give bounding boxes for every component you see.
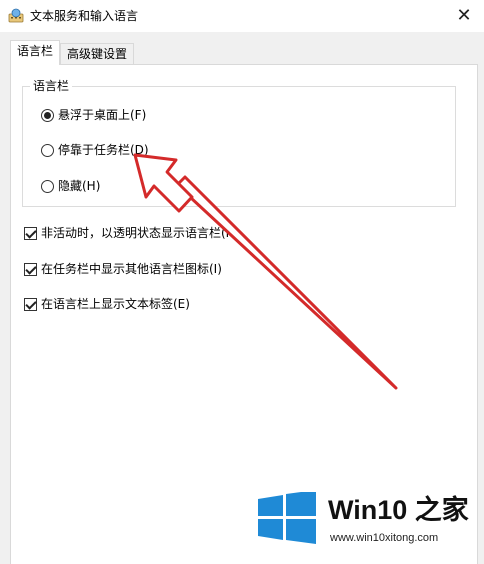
checkbox[interactable] <box>24 262 37 276</box>
radio-label: 停靠于任务栏(D) <box>58 143 149 157</box>
window-title: 文本服务和输入语言 <box>30 9 139 23</box>
keyboard-globe-icon <box>8 8 24 23</box>
checkbox-show-extra-icons[interactable]: 在任务栏中显示其他语言栏图标(I) <box>24 260 222 278</box>
tab-language-bar[interactable]: 语言栏 <box>10 40 61 65</box>
groupbox-title: 语言栏 <box>30 79 73 93</box>
radio-button[interactable] <box>41 143 54 157</box>
watermark-url: www.win10xitong.com <box>330 532 439 544</box>
radio-label: 隐藏(H) <box>58 179 101 193</box>
windows-logo-icon <box>258 492 316 544</box>
watermark: Win10 之家 www.win10xitong.com <box>250 484 484 564</box>
radio-hidden[interactable]: 隐藏(H) <box>41 177 100 195</box>
tab-advanced-key-settings[interactable]: 高级键设置 <box>60 43 135 65</box>
radio-dock-in-taskbar[interactable]: 停靠于任务栏(D) <box>41 141 149 159</box>
radio-float-on-desktop[interactable]: 悬浮于桌面上(F) <box>41 106 146 124</box>
checkbox-transparent-when-inactive[interactable]: 非活动时，以透明状态显示语言栏(N) <box>24 224 239 242</box>
watermark-brand-prefix: Win10 <box>328 495 408 525</box>
radio-button[interactable] <box>41 108 54 122</box>
checkbox[interactable] <box>24 297 37 311</box>
checkbox-label: 在任务栏中显示其他语言栏图标(I) <box>41 262 222 276</box>
watermark-brand-suffix: 之家 <box>414 495 469 525</box>
watermark-brand: Win10 之家 <box>328 494 469 526</box>
radio-button[interactable] <box>41 179 54 193</box>
checkbox-label: 非活动时，以透明状态显示语言栏(N) <box>41 226 240 240</box>
close-button[interactable]: ✕ <box>450 2 478 30</box>
checkbox-label: 在语言栏上显示文本标签(E) <box>41 297 190 311</box>
title-bar: 文本服务和输入语言 ✕ <box>0 0 484 32</box>
checkbox[interactable] <box>24 226 37 240</box>
checkbox-show-text-labels[interactable]: 在语言栏上显示文本标签(E) <box>24 295 190 313</box>
radio-label: 悬浮于桌面上(F) <box>58 108 147 122</box>
